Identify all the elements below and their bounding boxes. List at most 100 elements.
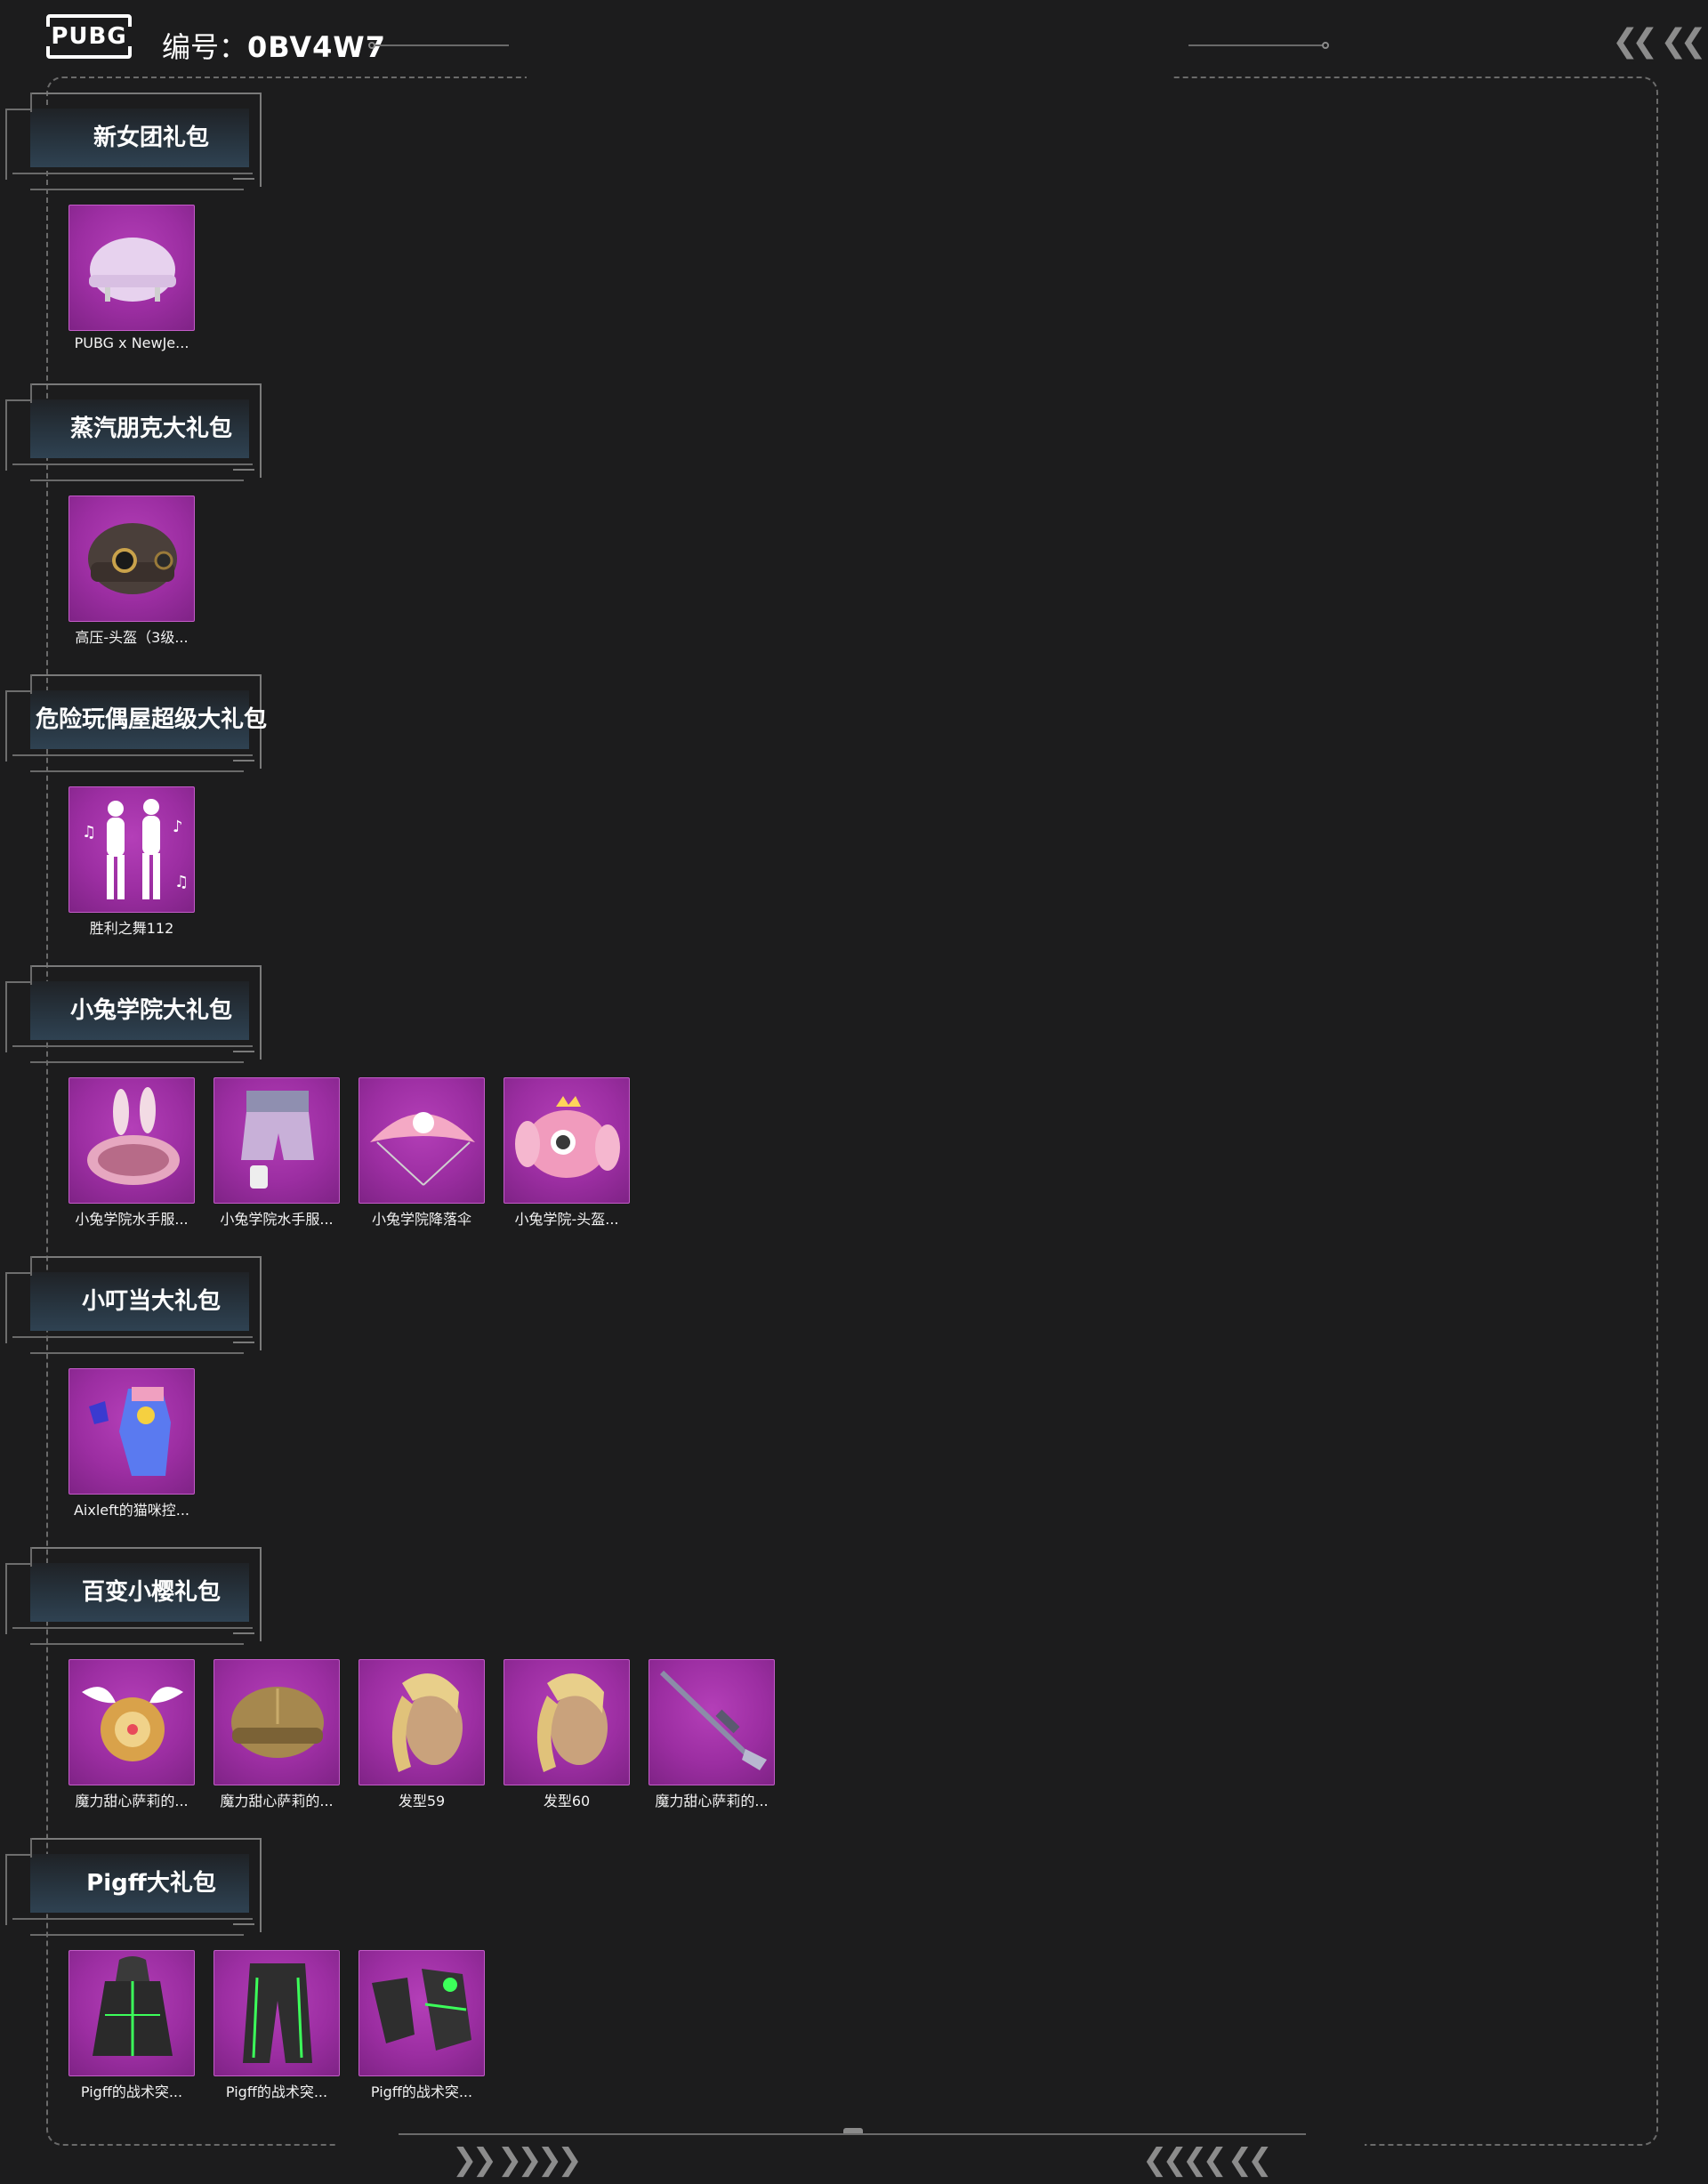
item-label: 魔力甜心萨莉的...: [655, 1793, 769, 1809]
item-thumbnail[interactable]: [68, 1368, 195, 1495]
hairstyle-icon: [504, 1660, 629, 1785]
item-thumbnail[interactable]: [214, 1077, 340, 1204]
item-label: 胜利之舞112: [89, 920, 174, 937]
svg-text:♪: ♪: [173, 818, 183, 836]
tactical-gloves-icon: [359, 1951, 484, 2075]
parachute-icon: [359, 1078, 484, 1203]
header-line-right: [1188, 44, 1324, 46]
item-thumbnail[interactable]: [649, 1659, 775, 1785]
item-card[interactable]: PUBG x NewJe...: [68, 205, 195, 351]
item-card[interactable]: Aixleft的猫咪控...: [68, 1368, 195, 1519]
item-thumbnail[interactable]: [359, 1950, 485, 2076]
shorts-icon: [214, 1078, 339, 1203]
item-thumbnail[interactable]: [214, 1659, 340, 1785]
item-thumbnail[interactable]: [68, 1659, 195, 1785]
section-title: Pigff大礼包: [86, 1870, 216, 1897]
item-label: 魔力甜心萨莉的...: [220, 1793, 334, 1809]
title-frame-top-line: [32, 965, 260, 967]
item-card[interactable]: Pigff的战术突...: [214, 1950, 340, 2101]
item-card[interactable]: Pigff的战术突...: [68, 1950, 195, 2101]
item-thumbnail[interactable]: [68, 205, 195, 331]
hairstyle-icon: [359, 1660, 484, 1785]
title-frame-top-line: [32, 383, 260, 385]
header-line-left: [375, 44, 509, 46]
title-frame-tick: [233, 1342, 254, 1343]
bottom-line: [399, 2133, 1306, 2135]
pubg-logo: PUBG: [45, 14, 133, 59]
item-list: Pigff的战术突... Pigff的战术突... Pigff的战术突...: [68, 1950, 485, 2101]
item-label: 小兔学院-头盔...: [514, 1211, 619, 1228]
item-card[interactable]: 高压-头盔（3级...: [68, 496, 195, 647]
title-frame-top-line: [32, 1547, 260, 1549]
item-card[interactable]: 魔力甜心萨莉的...: [68, 1659, 195, 1810]
item-list: PUBG x NewJe...: [68, 205, 195, 351]
helmet-icon: [69, 206, 194, 330]
item-card[interactable]: 小兔学院降落伞: [359, 1077, 485, 1229]
item-card[interactable]: Pigff的战术突...: [359, 1950, 485, 2101]
section-title-frame: 小兔学院大礼包: [0, 965, 267, 1063]
item-card[interactable]: 小兔学院水手服...: [68, 1077, 195, 1229]
title-frame-tick: [233, 1632, 254, 1634]
section-title: 新女团礼包: [93, 125, 209, 151]
item-label: 发型59: [398, 1793, 446, 1809]
item-thumbnail[interactable]: [214, 1950, 340, 2076]
gloves-icon: [69, 1369, 194, 1494]
dance-emote-icon: ♫ ♪ ♫: [69, 787, 194, 912]
steampunk-helmet-icon: [69, 496, 194, 621]
item-card[interactable]: 发型59: [359, 1659, 485, 1810]
item-card[interactable]: 魔力甜心萨莉的...: [649, 1659, 775, 1810]
item-list: Aixleft的猫咪控...: [68, 1368, 195, 1519]
title-frame-bottom-line-2: [30, 189, 244, 190]
section-title-frame: 百变小樱礼包: [0, 1547, 267, 1645]
item-label: 发型60: [543, 1793, 591, 1809]
title-frame-tick: [233, 760, 254, 762]
hooded-jacket-icon: [69, 1951, 194, 2075]
title-frame-bottom-line: [12, 463, 253, 465]
title-frame-bottom-line: [12, 1045, 253, 1047]
rifle-icon: [649, 1660, 774, 1785]
item-thumbnail[interactable]: [504, 1077, 630, 1204]
item-thumbnail[interactable]: [68, 1077, 195, 1204]
title-frame-bottom-line: [12, 1627, 253, 1629]
item-card[interactable]: 小兔学院水手服...: [214, 1077, 340, 1229]
item-label: 高压-头盔（3级...: [75, 629, 189, 646]
item-list: 小兔学院水手服... 小兔学院水手服... 小兔学院降落伞 小兔学院-头盔...: [68, 1077, 630, 1229]
item-thumbnail[interactable]: [359, 1077, 485, 1204]
title-frame-tick: [233, 1923, 254, 1925]
title-frame-bottom-line-2: [30, 1934, 244, 1936]
item-label: Pigff的战术突...: [370, 2083, 473, 2100]
title-frame-bottom-line-2: [30, 1352, 244, 1354]
section-title: 危险玩偶屋超级大礼包: [35, 706, 267, 733]
header-line-dot-left: [368, 42, 375, 49]
title-frame-bottom-line-2: [30, 1061, 244, 1063]
item-list: ♫ ♪ ♫ 胜利之舞112: [68, 786, 195, 938]
frame-gap-top: [527, 71, 1171, 82]
item-label: Pigff的战术突...: [80, 2083, 183, 2100]
item-thumbnail[interactable]: ♫ ♪ ♫: [68, 786, 195, 913]
item-label: 魔力甜心萨莉的...: [75, 1793, 189, 1809]
item-thumbnail[interactable]: [68, 496, 195, 622]
item-label: PUBG x NewJe...: [74, 334, 189, 351]
header-chevrons-icon: ❮❮❮❮❮: [1612, 23, 1707, 60]
tactical-pants-icon: [214, 1951, 339, 2075]
section-title: 百变小樱礼包: [81, 1579, 221, 1606]
bottom-notch: [843, 2128, 863, 2133]
item-card[interactable]: 魔力甜心萨莉的...: [214, 1659, 340, 1810]
item-thumbnail[interactable]: [359, 1659, 485, 1785]
title-frame-tick: [233, 469, 254, 471]
item-card[interactable]: 小兔学院-头盔...: [504, 1077, 630, 1229]
item-card[interactable]: ♫ ♪ ♫ 胜利之舞112: [68, 786, 195, 938]
item-label: 小兔学院水手服...: [75, 1211, 189, 1228]
item-label: 小兔学院水手服...: [220, 1211, 334, 1228]
title-frame-bottom-line: [12, 173, 253, 174]
section-title-frame: Pigff大礼包: [0, 1838, 267, 1936]
section-title: 小叮当大礼包: [81, 1288, 221, 1315]
item-card[interactable]: 发型60: [504, 1659, 630, 1810]
section-title-frame: 危险玩偶屋超级大礼包: [0, 674, 267, 772]
title-frame-bottom-line-2: [30, 480, 244, 481]
item-thumbnail[interactable]: [504, 1659, 630, 1785]
item-label: 小兔学院降落伞: [371, 1211, 471, 1228]
title-frame-tick: [233, 1051, 254, 1052]
item-thumbnail[interactable]: [68, 1950, 195, 2076]
gold-helmet-icon: [214, 1660, 339, 1785]
